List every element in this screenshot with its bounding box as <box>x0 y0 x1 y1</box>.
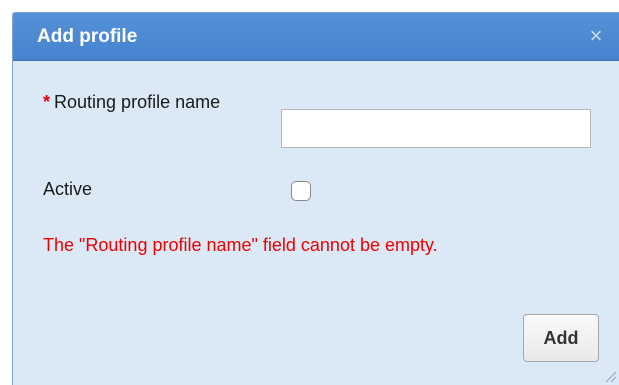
resize-handle-icon[interactable] <box>603 369 617 383</box>
close-icon[interactable]: × <box>585 24 607 48</box>
active-checkbox[interactable] <box>291 181 311 201</box>
routing-profile-name-label-text: Routing profile name <box>54 92 221 112</box>
dialog-titlebar[interactable]: Add profile × <box>13 13 619 61</box>
add-button[interactable]: Add <box>523 314 599 362</box>
required-marker: * <box>43 92 51 112</box>
validation-error-message: The "Routing profile name" field cannot … <box>43 235 438 255</box>
dialog-title: Add profile <box>37 26 138 47</box>
routing-profile-name-label: * Routing profile name <box>43 86 243 119</box>
add-profile-dialog: Add profile × * Routing profile name Acti… <box>12 12 619 385</box>
active-label: Active <box>43 179 93 199</box>
routing-profile-name-input[interactable] <box>281 109 591 148</box>
